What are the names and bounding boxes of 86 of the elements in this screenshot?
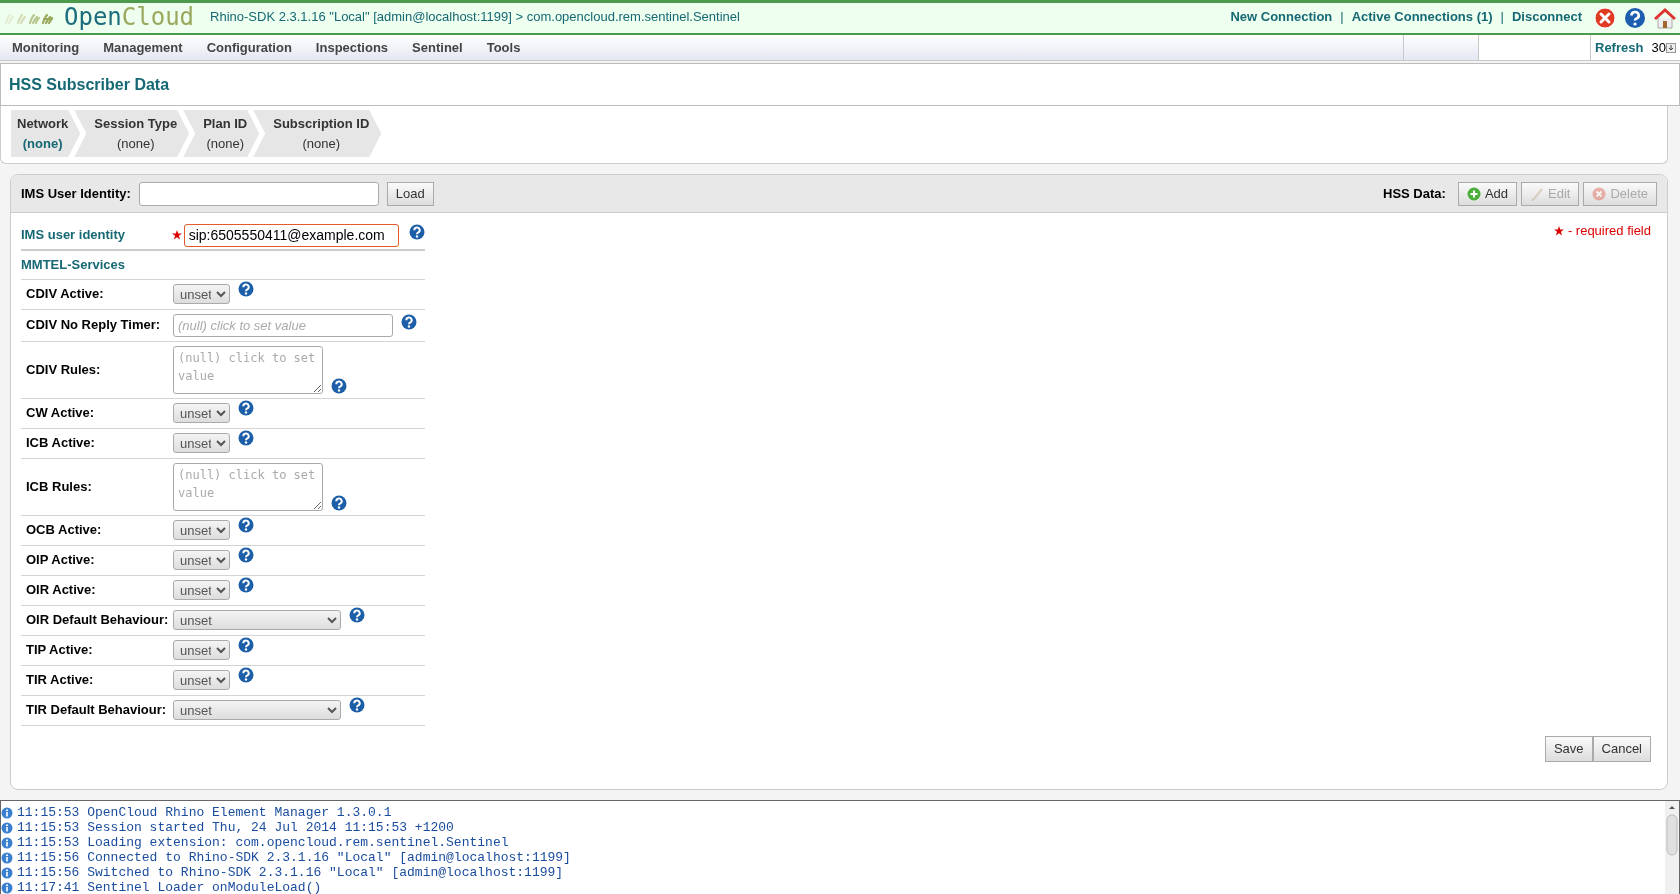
help-icon[interactable]: [238, 400, 254, 416]
refresh-link[interactable]: Refresh: [1595, 37, 1644, 58]
x-circle-icon: [1592, 186, 1607, 201]
hss-data-label: HSS Data:: [1383, 184, 1446, 203]
field-label: OIP Active:: [25, 551, 96, 570]
value-select[interactable]: unset: [173, 640, 230, 660]
value-text-area[interactable]: (null) click to set value: [173, 462, 323, 511]
log-line: 11:15:56 Switched to Rhino-SDK 2.3.1.16 "Local" [admin@localhost:1199]: [17, 865, 564, 880]
help-icon[interactable]: [238, 281, 254, 297]
help-icon[interactable]: [401, 313, 417, 330]
breadcrumb-step[interactable]: Subscription ID (none): [253, 110, 382, 157]
link-separator: |: [1500, 8, 1504, 26]
header-link[interactable]: Active Connections (1): [1351, 7, 1493, 27]
field-label: CDIV Rules:: [25, 360, 102, 379]
identity-input-field[interactable]: [138, 181, 379, 206]
help-icon[interactable]: [1624, 7, 1646, 29]
link-separator: |: [1340, 8, 1344, 26]
value-select[interactable]: unset: [173, 403, 230, 423]
plus-icon: [1466, 186, 1481, 201]
close-icon[interactable]: [1594, 7, 1616, 29]
field-label: ICB Rules:: [25, 477, 93, 496]
field-label: CW Active:: [25, 404, 96, 423]
field-label: CDIV Active:: [25, 285, 105, 304]
home-icon[interactable]: [1654, 7, 1676, 29]
help-icon[interactable]: [409, 224, 425, 240]
value-select[interactable]: unset: [173, 580, 230, 600]
help-icon[interactable]: [349, 697, 365, 713]
spin-down-icon[interactable]: [1665, 42, 1676, 53]
section-title: MMTEL-Services: [21, 251, 425, 280]
field-label: TIR Default Behaviour:: [25, 701, 168, 720]
menu-item[interactable]: Management: [91, 35, 195, 60]
help-icon[interactable]: [238, 667, 254, 683]
help-icon[interactable]: [238, 430, 254, 446]
field-label: IMS user identity: [21, 226, 127, 245]
refresh-interval: 30: [1651, 38, 1666, 57]
value-text-area[interactable]: (null) click to set value: [173, 345, 323, 394]
value-select[interactable]: unset: [173, 610, 341, 630]
help-icon[interactable]: [331, 377, 347, 394]
connection-context: Rhino-SDK 2.3.1.16 "Local" [admin@localhost:1199] > com.opencloud.rem.sentinel.Sentinel: [210, 8, 740, 26]
value-select[interactable]: unset: [173, 670, 230, 690]
help-icon[interactable]: [238, 577, 254, 593]
page-title: HSS Subscriber Data: [9, 74, 170, 95]
value-input-field[interactable]: (null) click to set value: [173, 313, 393, 337]
field-label: OCB Active:: [25, 521, 103, 540]
header-link[interactable]: New Connection: [1230, 7, 1333, 27]
help-icon[interactable]: [331, 494, 347, 511]
field-label: TIR Active:: [25, 671, 95, 690]
action-button[interactable]: Cancel: [1592, 735, 1651, 762]
value-select[interactable]: unset: [173, 550, 230, 570]
field-label: ICB Active:: [25, 434, 96, 453]
field-label: TIP Active:: [25, 641, 94, 660]
header-link[interactable]: Disconnect: [1511, 7, 1582, 27]
value-select[interactable]: unset: [173, 700, 341, 720]
field-label: OIR Active:: [25, 581, 97, 600]
log-line: 11:17:41 Sentinel Loader onModuleLoad(): [17, 880, 322, 894]
field-label: OIR Default Behaviour:: [25, 611, 170, 630]
add-button[interactable]: Add: [1457, 181, 1517, 206]
help-icon[interactable]: [349, 607, 365, 623]
menu-item[interactable]: Monitoring: [0, 35, 92, 60]
help-icon[interactable]: [238, 517, 254, 533]
required-note: - required field: [1567, 222, 1651, 240]
log-line: 11:15:53 Session started Thu, 24 Jul 2014 11:15:53 +1200: [17, 820, 454, 835]
load-button[interactable]: Load: [386, 181, 434, 206]
menu-item[interactable]: Inspections: [303, 35, 401, 60]
breadcrumb-step[interactable]: Network (none): [11, 110, 81, 157]
breadcrumb-step[interactable]: Plan ID (none): [183, 110, 260, 157]
menu-item[interactable]: Sentinel: [400, 35, 475, 60]
scrollbar[interactable]: [1665, 801, 1679, 894]
menu-item[interactable]: Configuration: [194, 35, 304, 60]
help-icon[interactable]: [238, 547, 254, 563]
pencil-icon: [1530, 186, 1544, 201]
value-select[interactable]: unset: [173, 284, 230, 304]
action-button[interactable]: Save: [1544, 735, 1593, 762]
log-line: 11:15:56 Connected to Rhino-SDK 2.3.1.16 "Local" [admin@localhost:1199]: [17, 850, 571, 865]
value-select[interactable]: unset: [173, 520, 230, 540]
field-label: CDIV No Reply Timer:: [25, 316, 162, 335]
identity-input-field[interactable]: sip:6505550411@example.com: [183, 223, 399, 247]
menu-item[interactable]: Tools: [474, 35, 533, 60]
logo-text: OpenCloud: [64, 3, 195, 31]
required-star-icon: [1553, 225, 1564, 236]
value-select[interactable]: unset: [173, 433, 230, 453]
field-label: IMS User Identity:: [21, 184, 131, 203]
log-line: 11:15:53 OpenCloud Rhino Element Manager 1.3.0.1: [17, 805, 392, 820]
breadcrumb-step[interactable]: Session Type (none): [74, 110, 190, 157]
log-line: 11:15:53 Loading extension: com.opencloud.rem.sentinel.Sentinel: [17, 835, 509, 850]
help-icon[interactable]: [238, 637, 254, 653]
